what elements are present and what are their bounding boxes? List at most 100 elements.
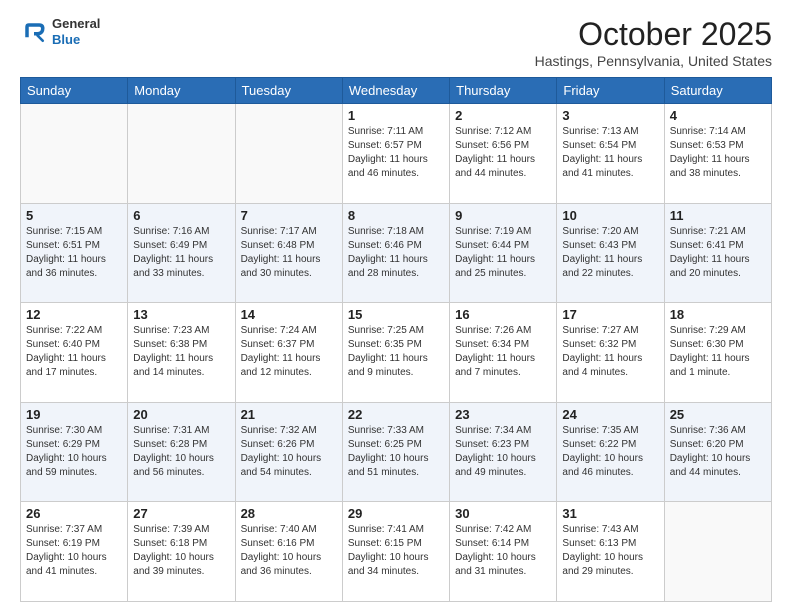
day-number: 30 bbox=[455, 506, 551, 521]
day-info: Sunrise: 7:42 AM Sunset: 6:14 PM Dayligh… bbox=[455, 523, 551, 579]
header: General Blue October 2025 Hastings, Penn… bbox=[20, 16, 772, 69]
weekday-header-monday: Monday bbox=[128, 78, 235, 104]
day-info: Sunrise: 7:40 AM Sunset: 6:16 PM Dayligh… bbox=[241, 523, 337, 579]
day-number: 19 bbox=[26, 407, 122, 422]
calendar-cell: 22Sunrise: 7:33 AM Sunset: 6:25 PM Dayli… bbox=[342, 402, 449, 502]
week-row-3: 12 Sunrise: 7:22 AM Sunset: 6:40 PM Dayli… bbox=[21, 303, 772, 403]
calendar-cell: 21 Sunrise: 7:32 AM Sunset: 6:26 PM Dayli… bbox=[235, 402, 342, 502]
calendar-cell: 20 Sunrise: 7:31 AM Sunset: 6:28 PM Dayli… bbox=[128, 402, 235, 502]
calendar-cell: 10 Sunrise: 7:20 AM Sunset: 6:43 PM Dayli… bbox=[557, 203, 664, 303]
calendar-cell: 27Sunrise: 7:39 AM Sunset: 6:18 PM Dayli… bbox=[128, 502, 235, 602]
day-info: Sunrise: 7:17 AM Sunset: 6:48 PM Dayligh… bbox=[241, 225, 337, 281]
day-number: 31 bbox=[562, 506, 658, 521]
calendar-cell: 8 Sunrise: 7:18 AM Sunset: 6:46 PM Daylig… bbox=[342, 203, 449, 303]
day-info: Sunrise: 7:24 AM Sunset: 6:37 PM Dayligh… bbox=[241, 324, 337, 380]
calendar-cell: 5 Sunrise: 7:15 AM Sunset: 6:51 PM Daylig… bbox=[21, 203, 128, 303]
day-info: Sunrise: 7:12 AM Sunset: 6:56 PM Dayligh… bbox=[455, 125, 551, 181]
day-info: Sunrise: 7:35 AM Sunset: 6:22 PM Dayligh… bbox=[562, 424, 658, 480]
day-info: Sunrise: 7:25 AM Sunset: 6:35 PM Dayligh… bbox=[348, 324, 444, 380]
calendar-cell: 17 Sunrise: 7:27 AM Sunset: 6:32 PM Dayli… bbox=[557, 303, 664, 403]
calendar-cell bbox=[21, 104, 128, 204]
calendar-cell: 28Sunrise: 7:40 AM Sunset: 6:16 PM Dayli… bbox=[235, 502, 342, 602]
title-block: October 2025 Hastings, Pennsylvania, Uni… bbox=[535, 16, 772, 69]
day-info: Sunrise: 7:14 AM Sunset: 6:53 PM Dayligh… bbox=[670, 125, 766, 181]
day-number: 5 bbox=[26, 208, 122, 223]
day-number: 4 bbox=[670, 108, 766, 123]
day-info: Sunrise: 7:30 AM Sunset: 6:29 PM Dayligh… bbox=[26, 424, 122, 480]
day-number: 12 bbox=[26, 307, 122, 322]
day-info: Sunrise: 7:37 AM Sunset: 6:19 PM Dayligh… bbox=[26, 523, 122, 579]
calendar-cell: 31 Sunrise: 7:43 AM Sunset: 6:13 PM Dayli… bbox=[557, 502, 664, 602]
weekday-header-wednesday: Wednesday bbox=[342, 78, 449, 104]
day-number: 23 bbox=[455, 407, 551, 422]
day-info: Sunrise: 7:27 AM Sunset: 6:32 PM Dayligh… bbox=[562, 324, 658, 380]
day-info: Sunrise: 7:36 AM Sunset: 6:20 PM Dayligh… bbox=[670, 424, 766, 480]
day-number: 8 bbox=[348, 208, 444, 223]
calendar-cell bbox=[664, 502, 771, 602]
calendar-cell: 11Sunrise: 7:21 AM Sunset: 6:41 PM Dayli… bbox=[664, 203, 771, 303]
day-number: 27 bbox=[133, 506, 229, 521]
calendar-cell: 12 Sunrise: 7:22 AM Sunset: 6:40 PM Dayli… bbox=[21, 303, 128, 403]
day-number: 21 bbox=[241, 407, 337, 422]
calendar-cell: 24Sunrise: 7:35 AM Sunset: 6:22 PM Dayli… bbox=[557, 402, 664, 502]
day-info: Sunrise: 7:22 AM Sunset: 6:40 PM Dayligh… bbox=[26, 324, 122, 380]
day-number: 3 bbox=[562, 108, 658, 123]
day-info: Sunrise: 7:20 AM Sunset: 6:43 PM Dayligh… bbox=[562, 225, 658, 281]
weekday-header-thursday: Thursday bbox=[450, 78, 557, 104]
day-info: Sunrise: 7:32 AM Sunset: 6:26 PM Dayligh… bbox=[241, 424, 337, 480]
day-info: Sunrise: 7:29 AM Sunset: 6:30 PM Dayligh… bbox=[670, 324, 766, 380]
week-row-5: 26Sunrise: 7:37 AM Sunset: 6:19 PM Dayli… bbox=[21, 502, 772, 602]
logo-icon bbox=[20, 18, 48, 46]
weekday-header-saturday: Saturday bbox=[664, 78, 771, 104]
day-number: 13 bbox=[133, 307, 229, 322]
day-number: 11 bbox=[670, 208, 766, 223]
calendar-cell: 18 Sunrise: 7:29 AM Sunset: 6:30 PM Dayli… bbox=[664, 303, 771, 403]
day-number: 25 bbox=[670, 407, 766, 422]
day-info: Sunrise: 7:23 AM Sunset: 6:38 PM Dayligh… bbox=[133, 324, 229, 380]
week-row-2: 5 Sunrise: 7:15 AM Sunset: 6:51 PM Daylig… bbox=[21, 203, 772, 303]
day-info: Sunrise: 7:16 AM Sunset: 6:49 PM Dayligh… bbox=[133, 225, 229, 281]
week-row-4: 19 Sunrise: 7:30 AM Sunset: 6:29 PM Dayli… bbox=[21, 402, 772, 502]
week-row-1: 1 Sunrise: 7:11 AM Sunset: 6:57 PM Daylig… bbox=[21, 104, 772, 204]
weekday-header-friday: Friday bbox=[557, 78, 664, 104]
calendar-cell: 16 Sunrise: 7:26 AM Sunset: 6:34 PM Dayli… bbox=[450, 303, 557, 403]
day-info: Sunrise: 7:19 AM Sunset: 6:44 PM Dayligh… bbox=[455, 225, 551, 281]
day-info: Sunrise: 7:18 AM Sunset: 6:46 PM Dayligh… bbox=[348, 225, 444, 281]
day-number: 7 bbox=[241, 208, 337, 223]
day-number: 20 bbox=[133, 407, 229, 422]
calendar-cell: 1 Sunrise: 7:11 AM Sunset: 6:57 PM Daylig… bbox=[342, 104, 449, 204]
weekday-header-sunday: Sunday bbox=[21, 78, 128, 104]
day-info: Sunrise: 7:26 AM Sunset: 6:34 PM Dayligh… bbox=[455, 324, 551, 380]
day-number: 6 bbox=[133, 208, 229, 223]
day-info: Sunrise: 7:15 AM Sunset: 6:51 PM Dayligh… bbox=[26, 225, 122, 281]
logo-text: General Blue bbox=[52, 16, 100, 47]
day-info: Sunrise: 7:31 AM Sunset: 6:28 PM Dayligh… bbox=[133, 424, 229, 480]
calendar-cell: 13 Sunrise: 7:23 AM Sunset: 6:38 PM Dayli… bbox=[128, 303, 235, 403]
location-title: Hastings, Pennsylvania, United States bbox=[535, 53, 772, 69]
day-number: 1 bbox=[348, 108, 444, 123]
calendar-cell: 4 Sunrise: 7:14 AM Sunset: 6:53 PM Daylig… bbox=[664, 104, 771, 204]
day-info: Sunrise: 7:11 AM Sunset: 6:57 PM Dayligh… bbox=[348, 125, 444, 181]
calendar-cell: 6 Sunrise: 7:16 AM Sunset: 6:49 PM Daylig… bbox=[128, 203, 235, 303]
calendar-cell: 14 Sunrise: 7:24 AM Sunset: 6:37 PM Dayli… bbox=[235, 303, 342, 403]
day-number: 15 bbox=[348, 307, 444, 322]
calendar-cell: 9Sunrise: 7:19 AM Sunset: 6:44 PM Daylig… bbox=[450, 203, 557, 303]
weekday-header-tuesday: Tuesday bbox=[235, 78, 342, 104]
day-number: 18 bbox=[670, 307, 766, 322]
day-info: Sunrise: 7:43 AM Sunset: 6:13 PM Dayligh… bbox=[562, 523, 658, 579]
calendar-cell bbox=[128, 104, 235, 204]
calendar-cell: 19 Sunrise: 7:30 AM Sunset: 6:29 PM Dayli… bbox=[21, 402, 128, 502]
day-number: 16 bbox=[455, 307, 551, 322]
day-number: 17 bbox=[562, 307, 658, 322]
day-info: Sunrise: 7:13 AM Sunset: 6:54 PM Dayligh… bbox=[562, 125, 658, 181]
day-number: 29 bbox=[348, 506, 444, 521]
day-number: 10 bbox=[562, 208, 658, 223]
calendar-cell: 15 Sunrise: 7:25 AM Sunset: 6:35 PM Dayli… bbox=[342, 303, 449, 403]
calendar-cell: 25 Sunrise: 7:36 AM Sunset: 6:20 PM Dayli… bbox=[664, 402, 771, 502]
page: General Blue October 2025 Hastings, Penn… bbox=[0, 0, 792, 612]
calendar-cell: 7 Sunrise: 7:17 AM Sunset: 6:48 PM Daylig… bbox=[235, 203, 342, 303]
day-number: 2 bbox=[455, 108, 551, 123]
logo-line1: General bbox=[52, 16, 100, 32]
day-info: Sunrise: 7:41 AM Sunset: 6:15 PM Dayligh… bbox=[348, 523, 444, 579]
day-number: 14 bbox=[241, 307, 337, 322]
